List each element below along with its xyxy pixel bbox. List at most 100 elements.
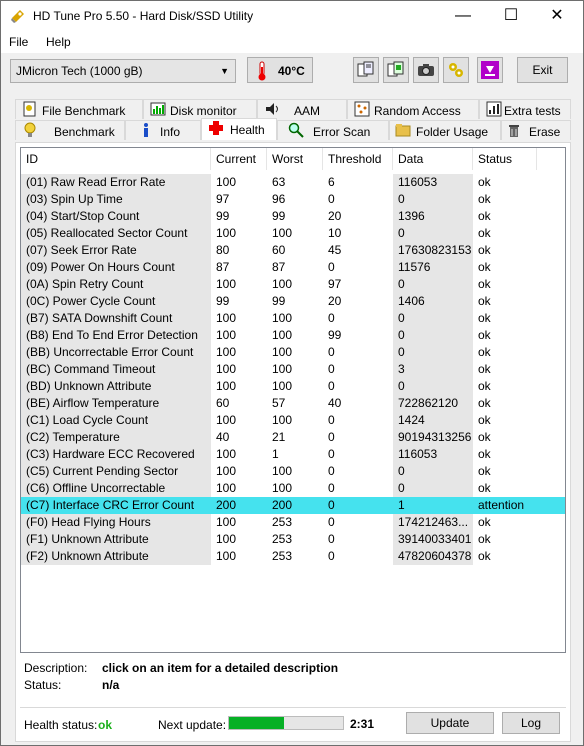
menu-help[interactable]: Help [46, 35, 71, 49]
attr-id-cell: (C1) Load Cycle Count [21, 412, 211, 429]
close-button[interactable]: ✕ [534, 1, 580, 31]
current-cell: 100 [216, 362, 237, 376]
benchmark-icon [22, 122, 38, 138]
attr-id-cell: (F1) Unknown Attribute [21, 531, 211, 548]
extra-tests-icon [486, 101, 502, 117]
column-worst[interactable]: Worst [267, 148, 323, 170]
attr-id-cell: (C6) Offline Uncorrectable [21, 480, 211, 497]
attr-id-cell: (C7) Interface CRC Error Count [21, 497, 211, 514]
table-row[interactable]: (B8) End To End Error Detection 100 100 99 0… [21, 327, 565, 344]
log-button[interactable]: Log [502, 712, 560, 734]
table-row[interactable]: (0A) Spin Retry Count 100 100 97 0 ok [21, 276, 565, 293]
table-row[interactable]: (C6) Offline Uncorrectable 100 100 0 0 ok [21, 480, 565, 497]
copy-info-button[interactable] [353, 57, 379, 83]
table-row[interactable]: (C7) Interface CRC Error Count 200 200 0 1 at… [21, 497, 565, 514]
table-row[interactable]: (01) Raw Read Error Rate 100 63 6 116053 ok [21, 174, 565, 191]
attr-id-cell: (07) Seek Error Rate [21, 242, 211, 259]
speaker-icon [264, 101, 280, 117]
column-status[interactable]: Status [473, 148, 537, 170]
threshold-cell: 99 [328, 328, 342, 342]
tab-label: Folder Usage [416, 125, 489, 139]
table-row[interactable]: (B7) SATA Downshift Count 100 100 0 0 ok [21, 310, 565, 327]
minimize-button[interactable]: — [440, 1, 486, 31]
column-data[interactable]: Data [393, 148, 473, 170]
worst-cell: 100 [272, 311, 293, 325]
status-cell: ok [478, 549, 491, 563]
smart-table: ID Current Worst Threshold Data Status (… [20, 147, 566, 653]
threshold-cell: 20 [328, 209, 342, 223]
tab-error-scan[interactable]: Error Scan [277, 120, 389, 140]
threshold-cell: 40 [328, 396, 342, 410]
data-cell: 0 [393, 191, 473, 208]
drive-select[interactable]: JMicron Tech (1000 gB) ▼ [10, 59, 236, 83]
screenshot-button[interactable] [413, 57, 439, 83]
tab-strip: File Benchmark Disk monitor AAM Random A… [15, 99, 571, 143]
data-cell: 0 [393, 480, 473, 497]
data-cell: 116053 [393, 446, 473, 463]
tab-label: Info [160, 125, 181, 139]
status-cell: ok [478, 328, 491, 342]
table-row[interactable]: (09) Power On Hours Count 87 87 0 11576 ok [21, 259, 565, 276]
tab-health[interactable]: Health [201, 118, 277, 140]
table-row[interactable]: (BE) Airflow Temperature 60 57 40 722862120 o… [21, 395, 565, 412]
threshold-cell: 0 [328, 379, 335, 393]
attr-id-cell: (F2) Unknown Attribute [21, 548, 211, 565]
table-row[interactable]: (04) Start/Stop Count 99 99 20 1396 ok [21, 208, 565, 225]
toolbar: JMicron Tech (1000 gB) ▼ 40°C Exit [1, 53, 583, 95]
save-button[interactable] [477, 57, 503, 83]
table-row[interactable]: (C5) Current Pending Sector 100 100 0 0 ok [21, 463, 565, 480]
table-row[interactable]: (F1) Unknown Attribute 100 253 0 39140033401… [21, 531, 565, 548]
table-row[interactable]: (05) Reallocated Sector Count 100 100 10 0 ok [21, 225, 565, 242]
copy-all-button[interactable] [383, 57, 409, 83]
column-id[interactable]: ID [21, 148, 211, 170]
table-row[interactable]: (F0) Head Flying Hours 100 253 0 174212463..… [21, 514, 565, 531]
file-benchmark-icon [22, 101, 38, 117]
tab-label: AAM [294, 104, 321, 118]
menu-file[interactable]: File [9, 35, 28, 49]
table-row[interactable]: (C3) Hardware ECC Recovered 100 1 0 116053 ok [21, 446, 565, 463]
column-threshold[interactable]: Threshold [323, 148, 393, 170]
table-row[interactable]: (C2) Temperature 40 21 0 90194313256 ok [21, 429, 565, 446]
tab-benchmark[interactable]: Benchmark [15, 120, 125, 140]
maximize-button[interactable]: ☐ [488, 1, 534, 31]
attr-id-cell: (C2) Temperature [21, 429, 211, 446]
data-cell: 11576 [393, 259, 473, 276]
column-current[interactable]: Current [211, 148, 267, 170]
attr-id-cell: (01) Raw Read Error Rate [21, 174, 211, 191]
worst-cell: 99 [272, 294, 286, 308]
table-row[interactable]: (0C) Power Cycle Count 99 99 20 1406 ok [21, 293, 565, 310]
options-button[interactable] [443, 57, 469, 83]
camera-icon [418, 64, 434, 76]
tab-info[interactable]: Info [125, 120, 201, 140]
table-row[interactable]: (C1) Load Cycle Count 100 100 0 1424 ok [21, 412, 565, 429]
worst-cell: 253 [272, 532, 293, 546]
folder-icon [395, 122, 411, 138]
tab-erase[interactable]: Erase [501, 120, 571, 140]
table-row[interactable]: (BB) Uncorrectable Error Count 100 100 0 0 ok [21, 344, 565, 361]
next-update-label: Next update: [158, 718, 227, 732]
tab-disk-monitor[interactable]: Disk monitor [143, 99, 257, 119]
table-row[interactable]: (03) Spin Up Time 97 96 0 0 ok [21, 191, 565, 208]
tab-extra-tests[interactable]: Extra tests [479, 99, 571, 119]
update-button[interactable]: Update [406, 712, 494, 734]
exit-button[interactable]: Exit [517, 57, 568, 83]
tab-file-benchmark[interactable]: File Benchmark [15, 99, 143, 119]
threshold-cell: 0 [328, 413, 335, 427]
tab-random-access[interactable]: Random Access [347, 99, 479, 119]
status-cell: ok [478, 396, 491, 410]
current-cell: 100 [216, 345, 237, 359]
current-cell: 100 [216, 515, 237, 529]
status-cell: ok [478, 260, 491, 274]
attr-id-cell: (BD) Unknown Attribute [21, 378, 211, 395]
tab-aam[interactable]: AAM [257, 99, 347, 119]
threshold-cell: 0 [328, 447, 335, 461]
status-value: n/a [102, 678, 120, 692]
tab-folder-usage[interactable]: Folder Usage [389, 120, 501, 140]
data-cell: 0 [393, 344, 473, 361]
table-row[interactable]: (F2) Unknown Attribute 100 253 0 47820604378… [21, 548, 565, 565]
table-row[interactable]: (BC) Command Timeout 100 100 0 3 ok [21, 361, 565, 378]
table-row[interactable]: (07) Seek Error Rate 80 60 45 17630823153 ok [21, 242, 565, 259]
health-status-label: Health status: [24, 718, 98, 732]
table-row[interactable]: (BD) Unknown Attribute 100 100 0 0 ok [21, 378, 565, 395]
threshold-cell: 10 [328, 226, 342, 240]
